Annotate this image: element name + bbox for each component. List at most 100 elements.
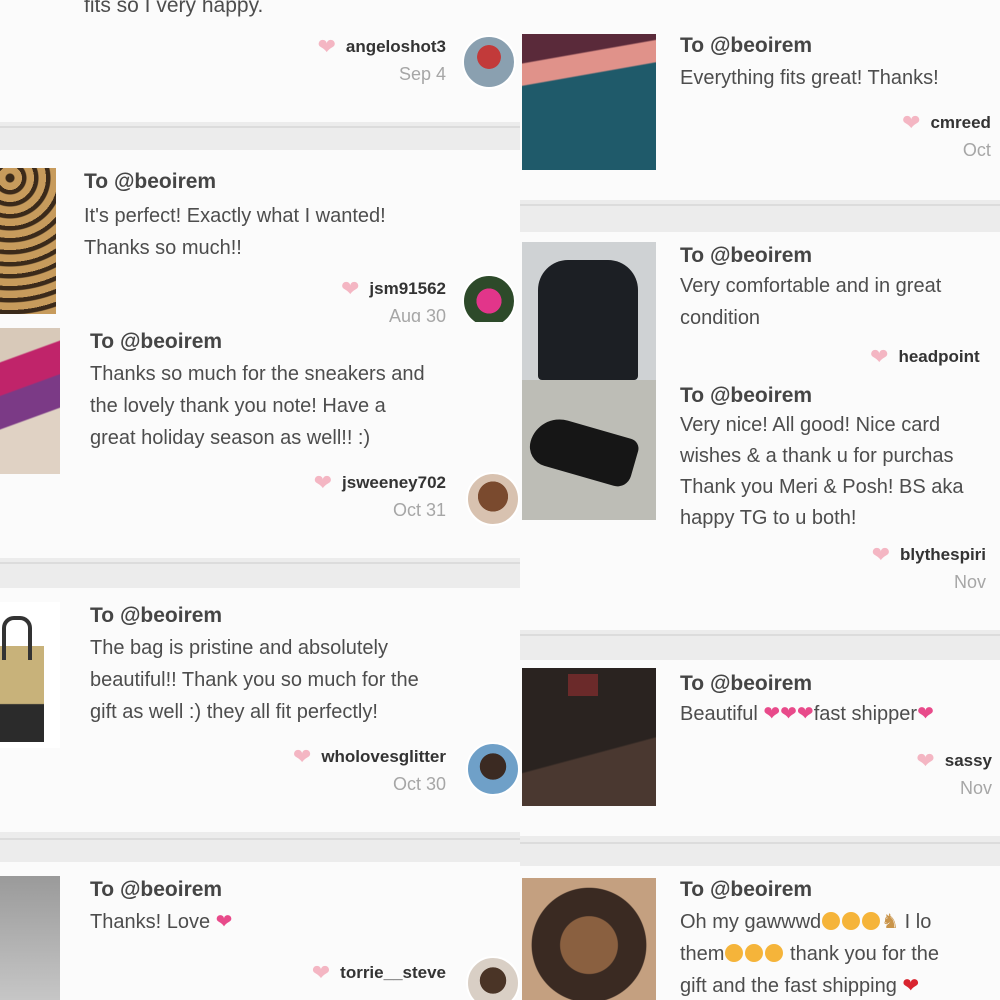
- feedback-date: Sep 4: [398, 64, 446, 84]
- recipient-label: To @beoirem: [680, 34, 813, 57]
- feedback-date: Oct 30: [392, 774, 446, 794]
- feedback-card: To @beoirem Thanks so much for the sneak…: [0, 322, 520, 558]
- item-photo[interactable]: [522, 380, 656, 520]
- recipient-handle[interactable]: @beoirem: [710, 878, 812, 901]
- heart-icon[interactable]: ❤: [902, 110, 920, 136]
- feedback-message: Very nice! All good! Nice card wishes & …: [680, 414, 964, 529]
- feedback-card: To @beoirem Everything fits great! Thank…: [520, 0, 1000, 200]
- feedback-card: To @beoirem Oh my gawwwd ♞ I lo them than…: [520, 866, 1000, 1000]
- feedback-message: Beautiful ❤❤❤fast shipper❤: [680, 703, 934, 725]
- divider: [520, 204, 1000, 206]
- feedback-card: To @beoirem Thanks! Love ❤ ❤ torrie__stev…: [0, 862, 520, 1000]
- heart-icon[interactable]: ❤: [293, 744, 311, 770]
- item-photo[interactable]: [522, 34, 656, 170]
- recipient-handle[interactable]: @beoirem: [710, 244, 812, 267]
- username-link[interactable]: torrie__steve: [340, 963, 446, 982]
- item-photo[interactable]: [522, 878, 656, 1000]
- feedback-meta: ❤ wholovesglitter Oct 30: [293, 744, 446, 795]
- item-photo[interactable]: [0, 876, 60, 1000]
- smiling-face-emoji: [822, 912, 841, 930]
- pink-hearts-emoji: ❤❤❤: [763, 703, 814, 725]
- feedback-meta: ❤ blythespiri Nov: [870, 542, 986, 593]
- recipient-handle[interactable]: @beoirem: [120, 330, 222, 353]
- recipient-handle[interactable]: @beoirem: [120, 604, 222, 627]
- divider: [0, 126, 520, 128]
- pink-hearts-emoji: ❤: [917, 703, 934, 725]
- feedback-message: Everything fits great! Thanks!: [680, 67, 939, 89]
- recipient-label: To @beoirem: [90, 604, 223, 627]
- recipient-label: To @beoirem: [680, 244, 813, 267]
- heart-icon[interactable]: ❤: [312, 960, 330, 986]
- username-link[interactable]: angeloshot3: [346, 37, 446, 56]
- left-column: fits so I very happy. ❤ angeloshot3 Sep 4…: [0, 0, 520, 1000]
- avatar[interactable]: [466, 472, 520, 526]
- feedback-date: Oct 31: [392, 500, 446, 520]
- divider: [520, 634, 1000, 636]
- heart-icon[interactable]: ❤: [870, 344, 888, 370]
- recipient-label: To @beoirem: [90, 330, 223, 353]
- heart-icon[interactable]: ❤: [317, 34, 335, 60]
- avatar[interactable]: [462, 274, 516, 322]
- red-heart-emoji: ❤: [902, 975, 920, 997]
- feedback-card: To @beoirem Very nice! All good! Nice ca…: [520, 380, 1000, 630]
- recipient-label: To @beoirem: [680, 672, 813, 695]
- feedback-meta: ❤ jsweeney702 Oct 31: [314, 470, 446, 521]
- avatar[interactable]: [466, 956, 520, 1000]
- feedback-meta: ❤ headpoint: [870, 344, 980, 370]
- smiling-face-emoji: [765, 944, 784, 962]
- item-photo[interactable]: [522, 668, 656, 806]
- heart-icon[interactable]: ❤: [916, 748, 934, 774]
- recipient-label: To @beoirem: [84, 170, 217, 193]
- heart-icon[interactable]: ❤: [314, 470, 332, 496]
- avatar[interactable]: [462, 35, 516, 89]
- recipient-label: To @beoirem: [90, 878, 223, 901]
- username-link[interactable]: blythespiri: [900, 545, 986, 564]
- feedback-card: To @beoirem The bag is pristine and abso…: [0, 588, 520, 832]
- username-link[interactable]: sassy: [945, 751, 992, 770]
- username-link[interactable]: wholovesglitter: [321, 747, 446, 766]
- username-link[interactable]: headpoint: [898, 347, 979, 366]
- divider: [0, 562, 520, 564]
- feedback-card: To @beoirem Very comfortable and in grea…: [520, 232, 1000, 380]
- feedback-card: fits so I very happy. ❤ angeloshot3 Sep 4: [0, 0, 520, 122]
- avatar[interactable]: [466, 742, 520, 796]
- item-photo[interactable]: [0, 328, 60, 474]
- feedback-meta: ❤ jsm91562 Aug 30: [341, 276, 446, 322]
- feedback-date: Nov: [954, 572, 987, 592]
- smiling-face-emoji: [725, 944, 744, 962]
- smiling-face-emoji: [862, 912, 881, 930]
- username-link[interactable]: cmreed: [930, 113, 990, 132]
- divider: [0, 838, 520, 840]
- shoe-shape: [525, 412, 641, 490]
- smiling-face-emoji: [842, 912, 861, 930]
- feedback-date: Oct: [962, 140, 991, 160]
- recipient-handle[interactable]: @beoirem: [710, 672, 812, 695]
- recipient-handle[interactable]: @beoirem: [120, 878, 222, 901]
- feedback-message: It's perfect! Exactly what I wanted! Tha…: [84, 205, 386, 259]
- feedback-message: fits so I very happy.: [84, 0, 264, 17]
- feedback-meta: ❤ sassy Nov: [914, 748, 992, 799]
- feedback-card: To @beoirem Beautiful ❤❤❤fast shipper❤ ❤…: [520, 660, 1000, 836]
- username-link[interactable]: jsm91562: [369, 279, 446, 298]
- feedback-message: Very comfortable and in great condition: [680, 275, 942, 329]
- item-photo[interactable]: [0, 168, 56, 314]
- feedback-message: Oh my gawwwd ♞ I lo them thank you for th…: [680, 911, 940, 997]
- recipient-handle[interactable]: @beoirem: [710, 34, 812, 57]
- bag-handle: [2, 616, 32, 660]
- username-link[interactable]: jsweeney702: [342, 473, 446, 492]
- feedback-message: The bag is pristine and absolutely beaut…: [90, 637, 419, 723]
- recipient-label: To @beoirem: [680, 384, 813, 407]
- item-photo[interactable]: [522, 242, 656, 380]
- recipient-handle[interactable]: @beoirem: [710, 384, 812, 407]
- hoodie-shape: [538, 260, 638, 380]
- heart-icon[interactable]: ❤: [872, 542, 890, 568]
- feedback-message: Thanks so much for the sneakers and the …: [90, 363, 425, 449]
- item-photo[interactable]: [0, 602, 60, 748]
- feedback-date: Nov: [960, 778, 993, 798]
- feedback-meta: ❤ cmreed Oct: [902, 110, 991, 161]
- feedback-meta: ❤ angeloshot3 Sep 4: [317, 34, 446, 85]
- heart-icon[interactable]: ❤: [341, 276, 359, 302]
- recipient-handle[interactable]: @beoirem: [114, 170, 216, 193]
- feedback-meta: ❤ torrie__steve: [312, 960, 446, 986]
- feedback-message: Thanks! Love ❤: [90, 911, 233, 933]
